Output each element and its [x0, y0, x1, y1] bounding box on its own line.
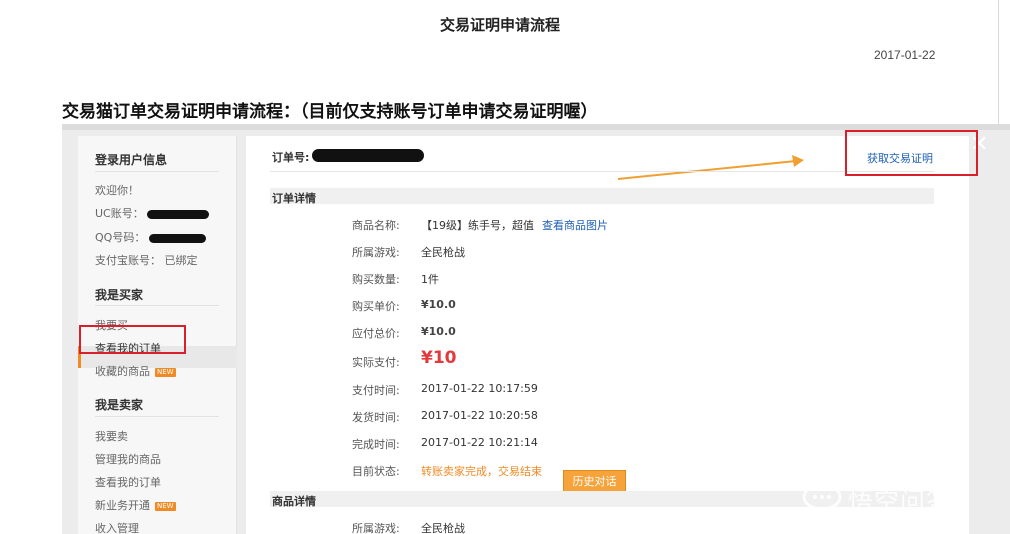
- divider: [95, 305, 219, 306]
- field-label: 商品名称:: [352, 219, 400, 232]
- order-details-title: 订单详情: [272, 192, 316, 205]
- field-label: 目前状态:: [352, 465, 400, 478]
- new-business-label: 新业务开通: [95, 499, 150, 512]
- publish-date: 2017-01-22: [874, 48, 936, 62]
- divider: [270, 171, 934, 172]
- new-badge: NEW: [155, 367, 176, 377]
- shipping-time: 2017-01-22 10:20:58: [421, 409, 538, 422]
- page-title: 交易证明申请流程: [439, 16, 560, 34]
- embedded-screenshot: 登录用户信息 欢迎你！ UC账号： QQ号码： 支付宝账号： 已绑定 我是买家 …: [62, 124, 1010, 534]
- order-details-bar: [270, 188, 934, 204]
- field-label: 完成时间:: [352, 438, 400, 451]
- order-number-label: 订单号:: [272, 151, 310, 164]
- section-heading: 交易猫订单交易证明申请流程：（目前仅支持账号订单申请交易证明喔）: [62, 102, 598, 122]
- highlight-box-get-certificate: [845, 130, 978, 176]
- order-detail-panel: 订单号: 获取交易证明 订单详情 商品名称: 【19级】练手号，超值 查看商品图片…: [246, 136, 969, 534]
- buyer-section-title: 我是买家: [95, 288, 144, 302]
- welcome-text: 欢迎你！: [95, 184, 139, 197]
- chat-bubble-icon: [802, 483, 842, 511]
- field-label: 购买数量:: [352, 273, 400, 286]
- redacted-mask: [147, 209, 210, 219]
- redacted-order-number: [312, 149, 424, 162]
- actual-payment: ¥10: [421, 348, 457, 368]
- payment-time: 2017-01-22 10:17:59: [421, 382, 538, 395]
- order-status: 转账卖家完成，交易结束: [421, 465, 542, 478]
- game-name: 全民枪战: [421, 246, 465, 259]
- watermark: 悟空问答: [848, 487, 953, 516]
- sidebar-item-manage-goods[interactable]: 管理我的商品: [95, 451, 161, 467]
- product-name: 【19级】练手号，超值 查看商品图片: [421, 217, 608, 233]
- uc-account-label: UC账号：: [95, 207, 144, 220]
- sidebar-item-sell[interactable]: 我要卖: [95, 428, 128, 444]
- field-label: 支付时间:: [352, 384, 400, 397]
- divider: [95, 416, 219, 417]
- goods-details-title: 商品详情: [272, 495, 316, 508]
- view-images-link[interactable]: 查看商品图片: [542, 219, 608, 232]
- field-label: 实际支付:: [352, 356, 400, 369]
- divider: [95, 171, 219, 172]
- product-name-value: 【19级】练手号，超值: [421, 219, 534, 232]
- redacted-mask: [148, 233, 206, 243]
- unit-price: ¥10.0: [421, 298, 456, 311]
- field-label: 发货时间:: [352, 411, 400, 424]
- seller-section-title: 我是卖家: [95, 398, 144, 412]
- field-label: 所属游戏:: [352, 246, 400, 259]
- history-chat-button[interactable]: 历史对话: [563, 470, 626, 492]
- new-badge: NEW: [155, 501, 176, 511]
- completion-time: 2017-01-22 10:21:14: [421, 436, 538, 449]
- total-price: ¥10.0: [421, 325, 456, 338]
- field-label: 所属游戏:: [352, 522, 400, 534]
- qq-number-label: QQ号码：: [95, 231, 146, 244]
- alipay-status: 支付宝账号： 已绑定: [95, 254, 198, 267]
- field-label: 应付总价:: [352, 327, 400, 340]
- sidebar-item-favorites[interactable]: 收藏的商品 NEW: [95, 363, 176, 379]
- favorites-label: 收藏的商品: [95, 365, 150, 378]
- sidebar-item-new-business[interactable]: 新业务开通 NEW: [95, 497, 176, 513]
- goods-game-name: 全民枪战: [421, 522, 465, 534]
- user-info-title: 登录用户信息: [95, 153, 168, 167]
- field-label: 购买单价:: [352, 300, 400, 313]
- sidebar-item-income[interactable]: 收入管理: [95, 520, 139, 534]
- quantity: 1件: [421, 273, 439, 286]
- arrow-icon: [617, 155, 804, 180]
- highlight-box-my-orders: [79, 325, 186, 354]
- uc-account-row: UC账号：: [95, 205, 210, 221]
- sidebar-item-seller-orders[interactable]: 查看我的订单: [95, 474, 161, 490]
- qq-number-row: QQ号码：: [95, 229, 206, 245]
